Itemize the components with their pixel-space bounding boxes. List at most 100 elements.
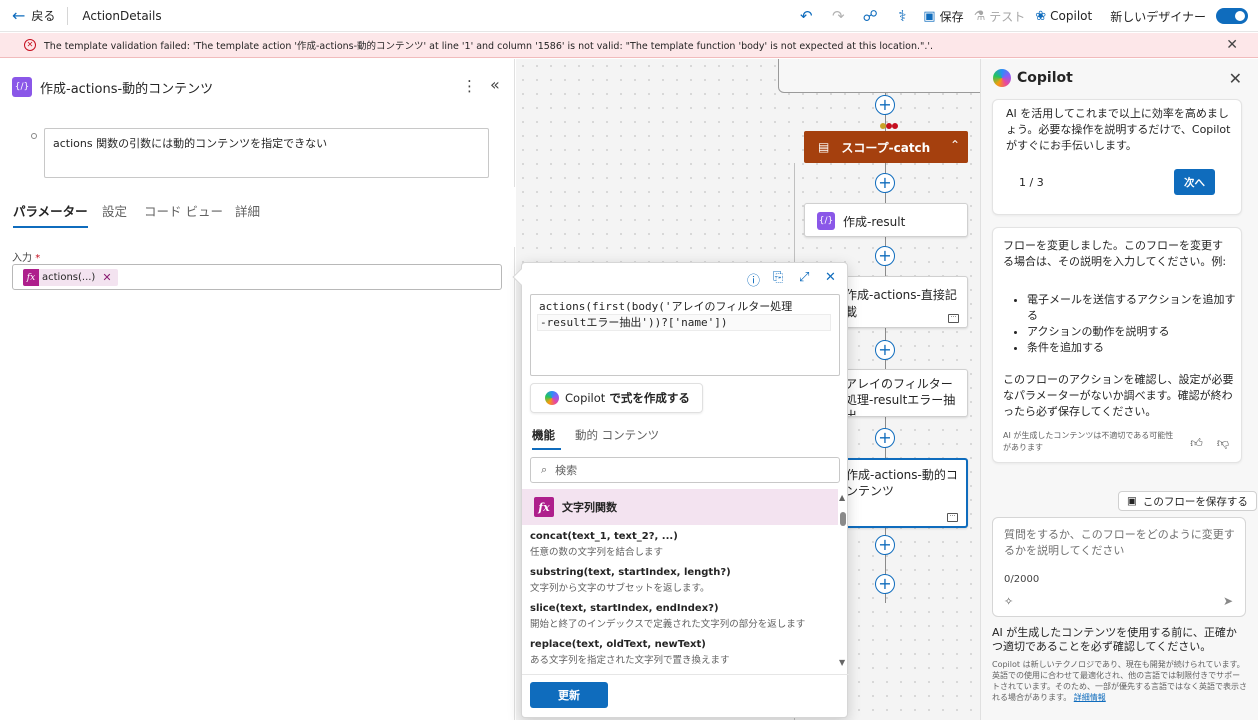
toolbar-actions: ↶ ↷ ☍ ⚕ ▣ 保存 ⚗ テスト ❀ Copilot 新しいデザイナー <box>795 0 1248 32</box>
list-item: 条件を追加する <box>1027 340 1237 356</box>
copilot-toggle-button[interactable]: ❀ Copilot <box>1035 9 1092 24</box>
scope-label: スコープ-catch <box>841 140 931 155</box>
copilot-icon <box>993 69 1011 87</box>
list-item: 電子メールを送信するアクションを追加する <box>1027 292 1237 324</box>
comment-icon[interactable]: ··· <box>947 513 958 522</box>
redo-icon[interactable]: ↷ <box>827 5 849 27</box>
copy-icon[interactable]: ⎘ <box>773 270 783 285</box>
scroll-up-icon[interactable]: ▲ <box>839 493 845 502</box>
thumbs-down-icon[interactable]: 👎︎ <box>1217 436 1229 451</box>
test-label: テスト <box>989 9 1026 24</box>
ai-disclaimer: AI が生成したコンテンツは不適切である可能性があります <box>1003 431 1174 452</box>
copilot-create-expression-button[interactable]: Copilot で式を作成する <box>530 383 703 413</box>
node-label: 作成-actions-動的コンテンツ <box>846 468 958 498</box>
add-step-button[interactable]: + <box>875 574 895 594</box>
add-step-button[interactable]: + <box>875 95 895 115</box>
update-button[interactable]: 更新 <box>530 682 608 708</box>
collapse-panel-icon[interactable]: « <box>490 75 500 94</box>
learn-more-link[interactable]: 詳細情報 <box>1074 693 1106 702</box>
expression-tabs: 機能 動的 コンテンツ <box>522 423 849 451</box>
new-designer-toggle[interactable] <box>1216 8 1248 24</box>
copilot-title: Copilot <box>1017 70 1073 86</box>
action-header: {/} 作成-actions-動的コンテンツ <box>12 77 213 97</box>
comment-icon[interactable]: ··· <box>948 314 959 323</box>
arrow-left-icon: ← <box>12 6 26 25</box>
expression-input[interactable]: actions(first(body('アレイのフィルター処理 -resultエ… <box>530 294 840 376</box>
onboarding-card: AI を活用してこれまで以上に効率を高めましょう。必要な操作を説明するだけで、C… <box>992 99 1242 215</box>
function-search-input[interactable]: ⌕ 検索 <box>530 457 840 483</box>
tab-details[interactable]: 詳細 <box>235 201 260 220</box>
thumbs-up-icon[interactable]: 👍︎ <box>1190 436 1203 451</box>
copilot-chat-input[interactable]: 質問をするか、このフローをどのように変更するかを説明してください 0/2000 … <box>992 517 1246 617</box>
list-item[interactable]: substring(text, startIndex, length?) 文字列… <box>522 561 838 597</box>
expression-token[interactable]: fx actions(...) ✕ <box>23 269 118 286</box>
add-step-button[interactable]: + <box>875 246 895 266</box>
save-this-flow-button[interactable]: ▣ このフローを保存する <box>1118 491 1257 511</box>
copilot-fine-print: Copilot は新しいテクノロジであり、現在も開発が続けられています。英語での… <box>992 659 1248 703</box>
remove-token-icon[interactable]: ✕ <box>102 271 111 284</box>
function-signature: concat(text_1, text_2?, ...) <box>530 531 678 542</box>
close-icon[interactable]: ✕ <box>1229 69 1242 88</box>
copilot-label: Copilot <box>1050 9 1093 23</box>
function-list-scrollbar[interactable]: ▲ ▼ <box>838 491 848 671</box>
add-step-button[interactable]: + <box>875 535 895 555</box>
add-step-button[interactable]: + <box>875 173 895 193</box>
search-icon: ⌕ <box>541 463 548 476</box>
search-placeholder: 検索 <box>555 464 578 477</box>
scope-catch-header[interactable]: ▤ スコープ-catch ⌃ <box>804 131 968 163</box>
next-button[interactable]: 次へ <box>1174 169 1215 195</box>
flow-checker-icon[interactable]: ☍ <box>859 5 881 27</box>
send-icon[interactable]: ➤ <box>1223 594 1233 608</box>
back-button[interactable]: ← 戻る <box>0 0 67 32</box>
undo-icon[interactable]: ↶ <box>795 5 817 27</box>
list-item[interactable]: slice(text, startIndex, endIndex?) 開始と終了… <box>522 597 838 633</box>
save-icon: ▣ <box>923 8 936 24</box>
node-label: アレイのフィルター処理-resultエラー抽出 <box>845 377 956 417</box>
tab-dynamic-content[interactable]: 動的 コンテンツ <box>575 427 659 443</box>
node-compose-result[interactable]: {/} 作成-result <box>804 203 968 237</box>
error-icon: ✕ <box>24 39 36 51</box>
flask-icon: ⚗ <box>973 8 986 24</box>
test-button[interactable]: ⚗ テスト <box>974 8 1026 25</box>
input-field[interactable]: fx actions(...) ✕ <box>12 264 502 290</box>
save-button[interactable]: ▣ 保存 <box>923 8 963 25</box>
fine-print-text: Copilot は新しいテクノロジであり、現在も開発が続けられています。英語での… <box>992 660 1247 702</box>
info-icon[interactable]: ⓘ <box>747 270 760 289</box>
more-options-icon[interactable]: ⋮ <box>462 77 477 95</box>
chevron-up-icon[interactable]: ⌃ <box>950 138 960 152</box>
close-icon[interactable]: ✕ <box>1226 37 1238 53</box>
close-icon[interactable]: ✕ <box>825 270 836 285</box>
action-details-panel: {/} 作成-actions-動的コンテンツ ⋮ « actions 関数の引数… <box>0 59 515 720</box>
scope-icon: ▤ <box>818 140 830 154</box>
scrollbar-thumb[interactable] <box>840 512 846 526</box>
function-category-header[interactable]: fx 文字列関数 <box>522 489 838 525</box>
new-designer-label: 新しいデザイナー <box>1110 9 1206 24</box>
compose-icon: {/} <box>12 77 32 97</box>
function-icon: fx <box>23 269 39 286</box>
sparkle-icon[interactable]: ✧ <box>1004 595 1013 608</box>
action-note[interactable]: actions 関数の引数には動的コンテンツを指定できない <box>44 128 489 178</box>
copilot-button-label: Copilot で式を作成する <box>565 391 690 405</box>
list-item[interactable]: concat(text_1, text_2?, ...) 任意の数の文字列を結合… <box>522 525 838 561</box>
character-count: 0/2000 <box>1004 574 1040 585</box>
tab-parameters[interactable]: パラメーター <box>13 201 88 228</box>
add-step-button[interactable]: + <box>875 340 895 360</box>
feedback-buttons: 👍︎ 👎︎ <box>1190 436 1229 451</box>
scroll-down-icon[interactable]: ▼ <box>839 658 845 667</box>
expand-icon[interactable]: ⤢ <box>799 270 809 285</box>
parent-scope-container <box>778 59 980 93</box>
function-description: ある文字列を指定された文字列で置き換えます <box>530 655 730 666</box>
function-list: fx 文字列関数 concat(text_1, text_2?, ...) 任意… <box>522 489 838 673</box>
action-title[interactable]: 作成-actions-動的コンテンツ <box>40 78 213 97</box>
category-label: 文字列関数 <box>562 501 617 514</box>
list-item[interactable]: replace(text, oldText, newText) ある文字列を指定… <box>522 633 838 669</box>
function-description: 任意の数の文字列を結合します <box>530 547 664 558</box>
tab-code-view[interactable]: コード ビュー <box>144 201 223 220</box>
save-label: 保存 <box>939 9 964 24</box>
function-signature: replace(text, oldText, newText) <box>530 639 706 650</box>
stethoscope-icon[interactable]: ⚕ <box>891 5 913 27</box>
tab-settings[interactable]: 設定 <box>102 201 127 220</box>
tab-functions[interactable]: 機能 <box>532 427 561 450</box>
onboarding-page-indicator: 1 / 3 <box>1019 176 1044 189</box>
add-step-button[interactable]: + <box>875 428 895 448</box>
